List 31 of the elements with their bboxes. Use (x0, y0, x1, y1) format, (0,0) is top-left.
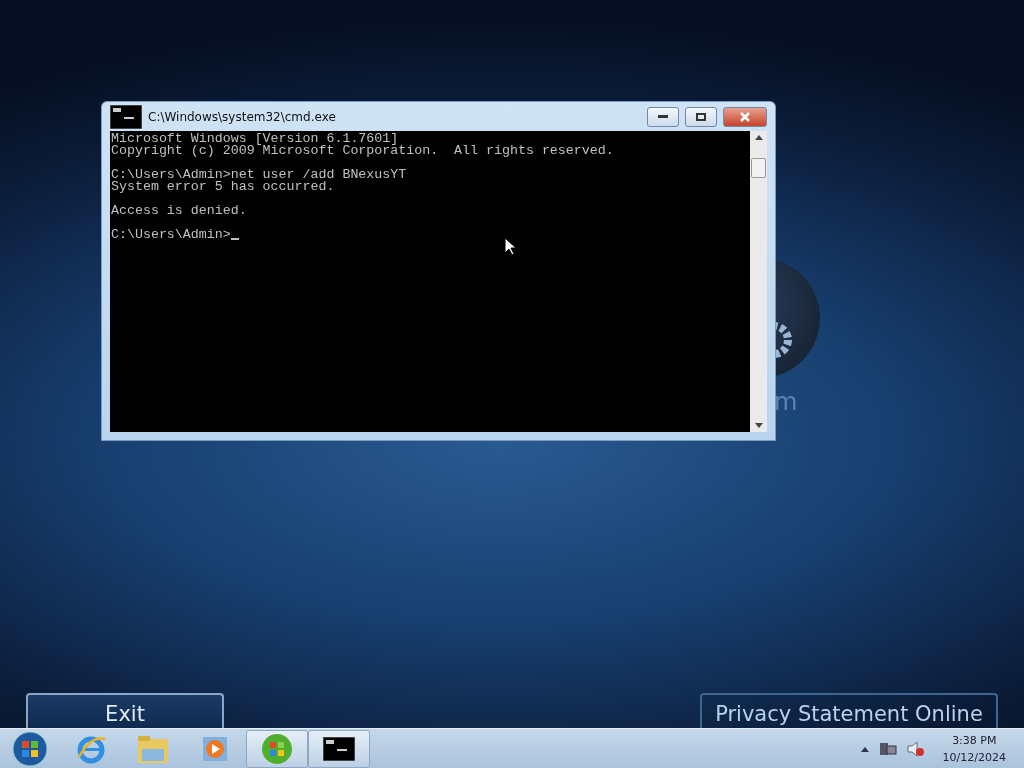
show-hidden-icons-icon (860, 746, 869, 752)
background-text: m (774, 388, 798, 416)
console-line: C:\Users\Admin> (111, 229, 231, 241)
windows-logo-icon (261, 733, 293, 765)
console-line: System error 5 has occurred. (111, 181, 335, 193)
maximize-button[interactable] (685, 106, 717, 127)
network-icon (878, 741, 897, 757)
minimize-button[interactable] (647, 106, 679, 127)
window-title: C:\Windows\system32\cmd.exe (148, 109, 337, 124)
exit-button[interactable]: Exit (26, 693, 224, 728)
close-button[interactable] (723, 106, 767, 127)
scroll-thumb[interactable] (751, 158, 766, 178)
scroll-up-icon (754, 135, 763, 140)
taskbar-item[interactable] (308, 730, 370, 768)
console-line: Access is denied. (111, 205, 247, 217)
clock-time: 3:38 PM (952, 733, 997, 749)
console-line: Microsoft Windows [Version 6.1.7601] (111, 133, 399, 145)
mouse-pointer-icon (504, 237, 516, 256)
restore-icon (696, 112, 706, 121)
console-icon (323, 737, 355, 761)
console-icon (110, 104, 142, 129)
scroll-down-icon (754, 423, 763, 428)
media-player-icon[interactable] (200, 734, 230, 764)
close-icon (740, 111, 750, 122)
console-line: Copyright (c) 2009 Microsoft Corporation. All rights reserved. (111, 145, 614, 157)
clock-date: 10/12/2024 (942, 750, 1006, 766)
minimize-icon (658, 115, 668, 118)
muted-speaker-icon (906, 741, 925, 757)
console-line: C:\Users\Admin>net user /add BNexusYT (111, 169, 407, 181)
windows-logo-icon[interactable] (12, 731, 48, 767)
scrollbar[interactable] (750, 131, 767, 432)
